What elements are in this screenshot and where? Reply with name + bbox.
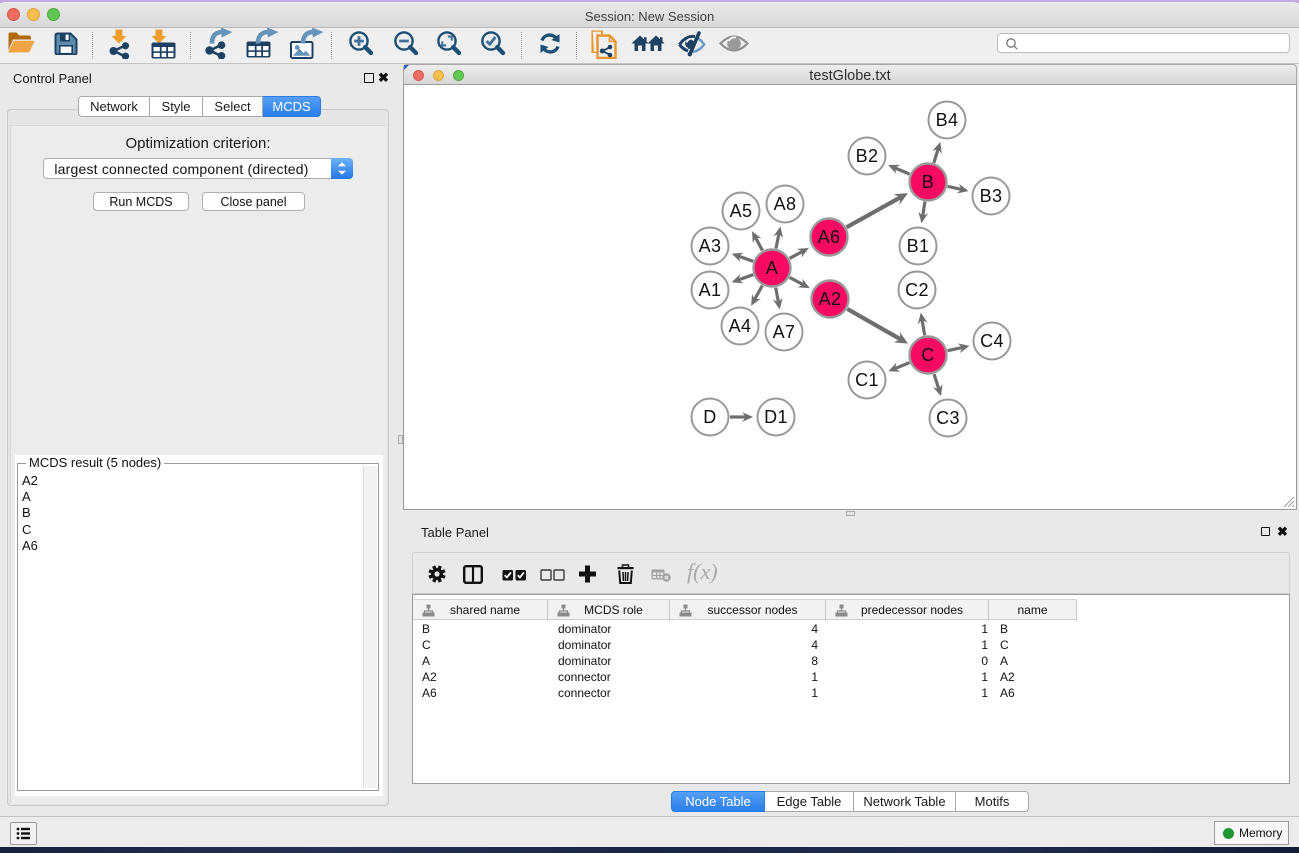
svg-text:A2: A2 bbox=[819, 289, 842, 309]
svg-text:C2: C2 bbox=[905, 280, 929, 300]
svg-text:B3: B3 bbox=[980, 186, 1003, 206]
svg-text:B: B bbox=[922, 172, 934, 192]
svg-text:B2: B2 bbox=[856, 146, 879, 166]
svg-text:A1: A1 bbox=[699, 280, 722, 300]
svg-text:C1: C1 bbox=[855, 370, 879, 390]
svg-text:C3: C3 bbox=[936, 408, 960, 428]
svg-text:A4: A4 bbox=[729, 316, 752, 336]
svg-text:C4: C4 bbox=[980, 331, 1004, 351]
svg-text:A6: A6 bbox=[818, 227, 841, 247]
svg-text:A7: A7 bbox=[773, 322, 796, 342]
svg-text:C: C bbox=[921, 345, 934, 365]
svg-text:B1: B1 bbox=[907, 236, 930, 256]
svg-text:D: D bbox=[703, 407, 716, 427]
svg-text:A: A bbox=[766, 258, 778, 278]
svg-text:A5: A5 bbox=[730, 201, 753, 221]
svg-text:A3: A3 bbox=[699, 236, 722, 256]
svg-text:D1: D1 bbox=[764, 407, 788, 427]
svg-text:B4: B4 bbox=[936, 110, 959, 130]
svg-text:A8: A8 bbox=[774, 194, 797, 214]
